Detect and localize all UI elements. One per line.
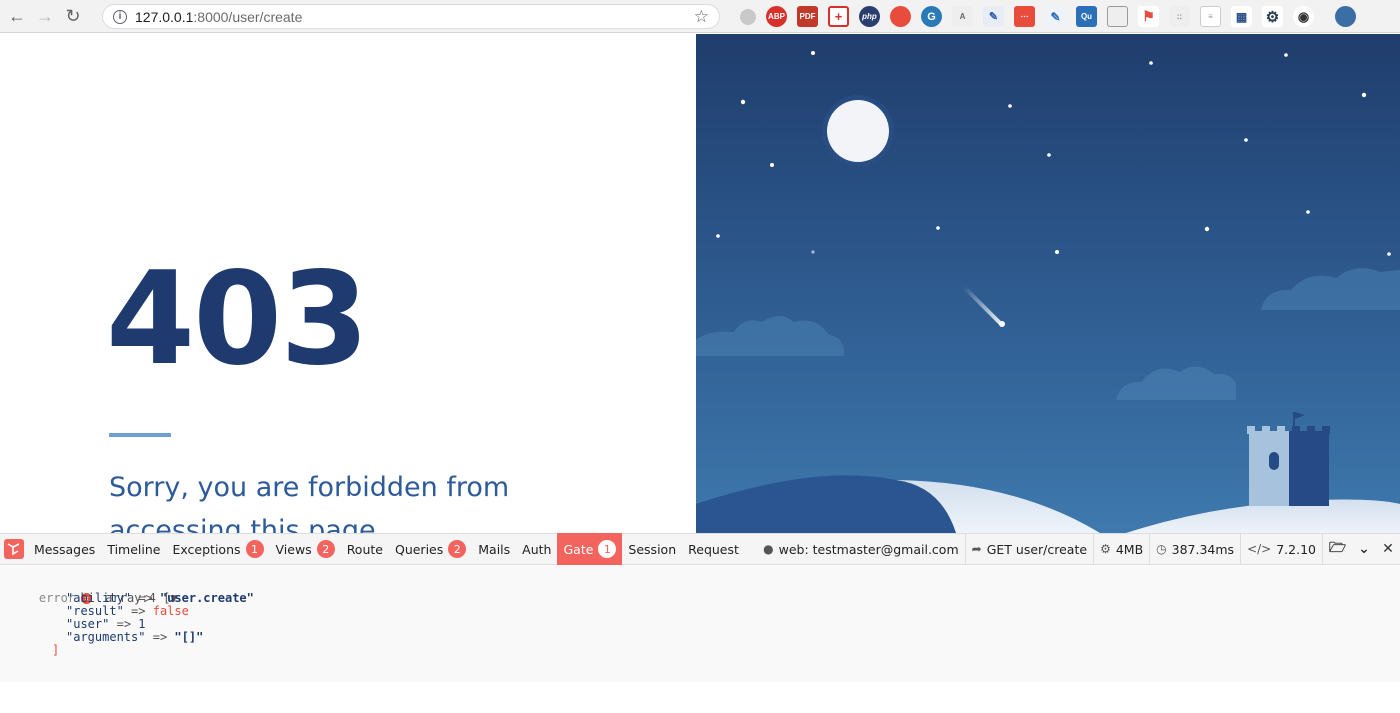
form-icon[interactable]: ≡ (1200, 6, 1221, 27)
record-icon[interactable] (890, 6, 911, 27)
bookmark-star-icon[interactable]: ☆ (694, 7, 709, 27)
grid-icon[interactable]: ▦ (1231, 6, 1252, 27)
apps-icon[interactable]: ⋯ (1014, 6, 1035, 27)
qr-icon[interactable]: Qu (1076, 6, 1097, 27)
translate-icon[interactable]: A (952, 6, 973, 27)
gear-icon[interactable]: ⚙ (1262, 6, 1283, 27)
route-indicator: ➦ GET user/create (964, 533, 1093, 565)
reload-button[interactable]: ↻ (59, 2, 87, 30)
error-message: Sorry, you are forbidden from accessing … (109, 472, 510, 533)
time-indicator: ◷ 387.34ms (1149, 533, 1240, 565)
divider (109, 433, 171, 437)
adblock-icon[interactable]: ABP (766, 6, 787, 27)
share-icon: ➦ (971, 542, 982, 556)
dump-key: "ability" (66, 591, 132, 605)
tab-route[interactable]: Route (341, 533, 389, 565)
dump-key: "arguments" (66, 630, 146, 644)
laravel-logo-svg (4, 539, 24, 559)
castle-illustration (696, 34, 1400, 533)
folder-open-icon[interactable]: 🗁 (1322, 533, 1352, 565)
debugbar: Messages Timeline Exceptions 1 Views 2 Rou… (0, 533, 1400, 565)
plus-icon[interactable]: + (828, 6, 849, 27)
dump-key: "user" (66, 617, 110, 631)
count-badge: 1 (598, 540, 617, 558)
error-content: 403 Sorry, you are forbidden from access… (0, 34, 696, 533)
php-version-indicator: </> 7.2.10 (1240, 533, 1322, 565)
tab-auth[interactable]: Auth (516, 533, 557, 565)
memory-indicator: ⚙ 4MB (1093, 533, 1149, 565)
error-code: 403 (106, 245, 369, 394)
document-icon[interactable] (1107, 6, 1128, 27)
route-text: GET user/create (986, 541, 1088, 557)
avatar-icon[interactable] (1335, 6, 1356, 27)
chevron-down-icon[interactable]: ⌄ (1352, 533, 1376, 565)
tab-label: Views (275, 541, 312, 557)
tab-exceptions[interactable]: Exceptions 1 (166, 533, 269, 565)
count-badge: 2 (448, 540, 467, 558)
php-icon[interactable]: php (859, 6, 880, 27)
tab-label: Gate (563, 541, 594, 557)
tab-queries[interactable]: Queries 2 (389, 533, 472, 565)
dump-value: false (152, 604, 189, 618)
tab-label: Messages (34, 541, 96, 557)
dump-row: "arguments" => "[]" (66, 631, 203, 644)
browser-toolbar: ← → ↻ i 127.0.0.1:8000/user/create ☆ ABP… (0, 0, 1400, 33)
dump-value: "user.create" (159, 591, 254, 605)
dump-arrow: => (152, 630, 168, 644)
tab-label: Route (346, 541, 383, 557)
extensions-bar: ABP PDF + php G A ✎ ⋯ ✎ Qu ⚑ :: ≡ ▦ ⚙ ◉ (735, 6, 1361, 27)
user-indicator: ● web: testmaster@gmail.com (757, 533, 965, 565)
github-icon[interactable]: ◉ (1293, 6, 1314, 27)
tab-label: Exceptions (172, 541, 241, 557)
time-text: 387.34ms (1171, 541, 1235, 557)
night-illustration (696, 34, 1400, 533)
memory-text: 4MB (1115, 541, 1144, 557)
dump-close-bracket: ] (52, 643, 60, 657)
count-badge: 2 (316, 540, 335, 558)
code-icon: </> (1247, 542, 1272, 556)
tab-label: Session (628, 541, 677, 557)
close-icon[interactable]: ✕ (1376, 533, 1400, 565)
tab-label: Timeline (107, 541, 161, 557)
tab-messages[interactable]: Messages (28, 533, 101, 565)
cogs-icon: ⚙ (1100, 542, 1111, 556)
tab-label: Mails (478, 541, 511, 557)
info-icon[interactable]: i (113, 9, 127, 24)
tab-label: Request (688, 541, 739, 557)
back-button[interactable]: ← (3, 2, 31, 30)
colorpicker-icon[interactable]: ✎ (1045, 6, 1066, 27)
shield-icon[interactable] (740, 8, 756, 25)
pdf-icon[interactable]: PDF (797, 6, 818, 27)
dots-icon[interactable]: :: (1169, 6, 1190, 27)
tab-request[interactable]: Request (682, 533, 745, 565)
user-icon: ● (763, 542, 774, 556)
url-host: 127.0.0.1 (135, 8, 194, 25)
flag-icon[interactable]: ⚑ (1138, 6, 1159, 27)
grammarly-icon[interactable]: G (921, 6, 942, 27)
dump-arrow: => (131, 604, 146, 618)
tab-gate[interactable]: Gate 1 (557, 533, 623, 565)
user-text: web: testmaster@gmail.com (778, 541, 959, 557)
tab-timeline[interactable]: Timeline (101, 533, 166, 565)
gate-panel: error ✕ array:4 [▼ "ability" => "user.cre… (0, 566, 1400, 682)
php-version-text: 7.2.10 (1276, 541, 1316, 557)
url-path: :8000/user/create (193, 8, 303, 25)
debugbar-indicators: ● web: testmaster@gmail.com ➦ GET user/cre… (757, 533, 1400, 565)
address-bar[interactable]: i 127.0.0.1:8000/user/create ☆ (102, 4, 720, 29)
edit-icon[interactable]: ✎ (983, 6, 1004, 27)
tab-label: Auth (522, 541, 552, 557)
tab-mails[interactable]: Mails (472, 533, 516, 565)
dump-arrow: => (116, 617, 132, 631)
tab-views[interactable]: Views 2 (270, 533, 341, 565)
forward-button[interactable]: → (31, 2, 59, 30)
dump-value: 1 (138, 617, 146, 631)
dump-key: "result" (66, 604, 124, 618)
tab-session[interactable]: Session (622, 533, 682, 565)
clock-icon: ◷ (1156, 542, 1167, 556)
count-badge: 1 (245, 540, 264, 558)
dump-arrow: => (138, 591, 153, 605)
dump-value: "[]" (174, 630, 204, 644)
tab-label: Queries (394, 541, 444, 557)
laravel-logo-icon[interactable] (0, 533, 28, 565)
